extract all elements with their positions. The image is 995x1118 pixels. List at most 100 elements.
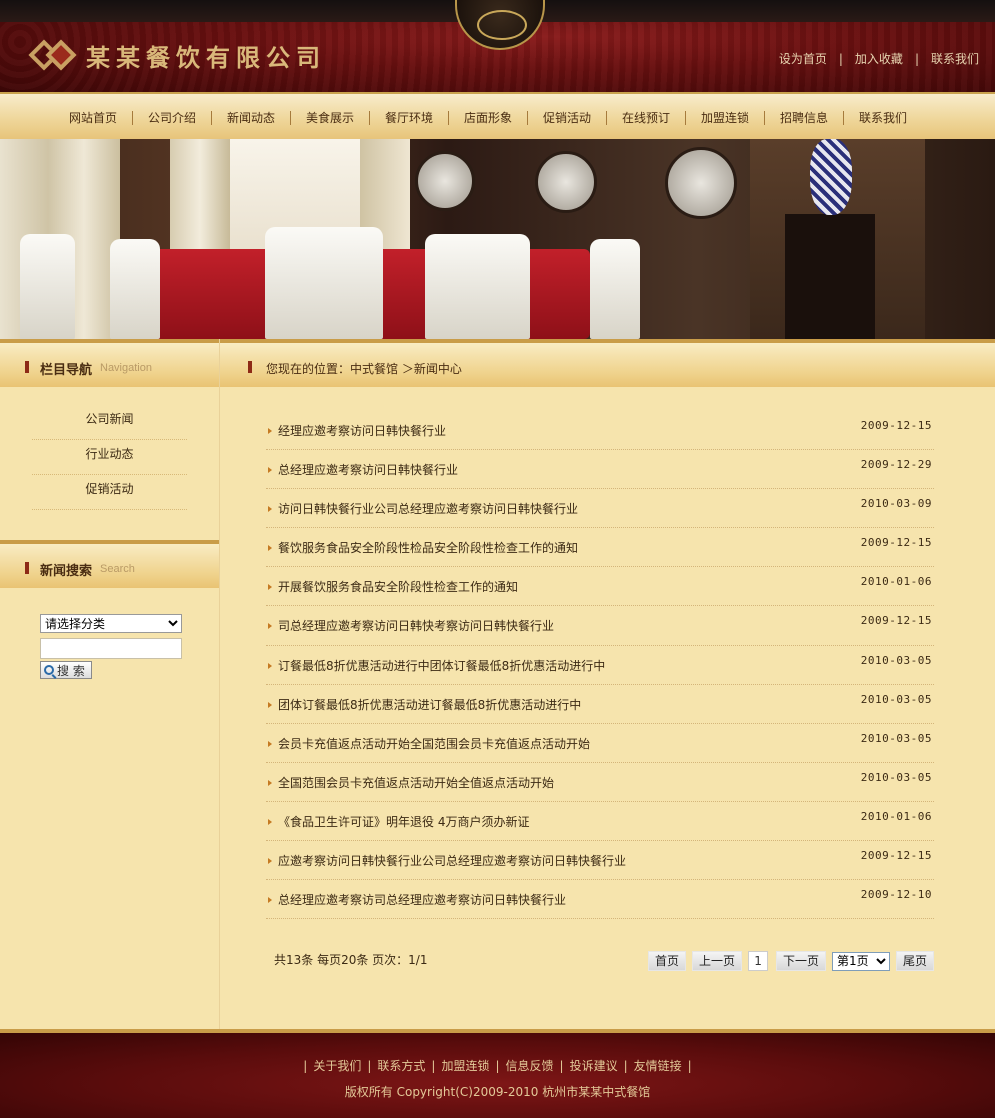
news-title-link[interactable]: 访问日韩快餐行业公司总经理应邀考察访问日韩快餐行业 xyxy=(278,500,578,517)
sidebar-item-company-news[interactable]: 公司新闻 xyxy=(85,412,133,426)
bullet-arrow-icon xyxy=(268,858,272,865)
left-sidebar: 栏目导航 Navigation 公司新闻 行业动态 促销活动 新闻搜索 Sear… xyxy=(0,339,220,1029)
news-item: 团体订餐最低8折优惠活动进订餐最低8折优惠活动进行中 2010-03-05 xyxy=(266,685,934,724)
footer-link-franchise[interactable]: 加盟连锁 xyxy=(441,1059,489,1073)
breadcrumb: 您现在的位置：中式餐馆 ＞新闻中心 xyxy=(266,362,462,376)
news-search-title-en: Search xyxy=(100,563,135,575)
main-content: 您现在的位置：中式餐馆 ＞新闻中心 经理应邀考察访问日韩快餐行业 2009-12-… xyxy=(220,339,995,1029)
pager-info: 共13条 每页20条 页次：1/1 xyxy=(274,953,428,967)
contact-us-top-link[interactable]: 联系我们 xyxy=(931,52,979,66)
nav-food[interactable]: 美食展示 xyxy=(299,109,361,126)
search-input[interactable] xyxy=(40,638,182,659)
prev-page-button[interactable]: 上一页 xyxy=(692,951,743,971)
bullet-arrow-icon xyxy=(268,662,272,669)
news-date: 2010-01-06 xyxy=(860,809,932,823)
news-title-link[interactable]: 应邀考察访问日韩快餐行业公司总经理应邀考察访问日韩快餐行业 xyxy=(278,852,626,869)
news-item: 总经理应邀考察访司总经理应邀考察访问日韩快餐行业 2009-12-10 xyxy=(266,880,934,920)
news-date: 2009-12-29 xyxy=(860,458,932,472)
diamond-logo-icon xyxy=(28,38,77,73)
news-date: 2010-03-05 xyxy=(860,770,932,784)
sidebar-item-industry-news[interactable]: 行业动态 xyxy=(85,447,133,461)
news-date: 2010-03-05 xyxy=(860,653,932,667)
news-date: 2010-03-05 xyxy=(860,731,932,745)
news-date: 2009-12-15 xyxy=(860,419,932,432)
nav-environment[interactable]: 餐厅环境 xyxy=(378,109,440,126)
search-icon xyxy=(44,665,54,675)
nav-news[interactable]: 新闻动态 xyxy=(220,109,282,126)
footer-link-about[interactable]: 关于我们 xyxy=(313,1059,361,1073)
news-title-link[interactable]: 《食品卫生许可证》明年退役 4万商户须办新证 xyxy=(278,813,529,830)
pagination: 首页 上一页 1 下一页 第1页 尾页 xyxy=(648,951,940,971)
page-select[interactable]: 第1页 xyxy=(832,951,891,971)
news-date: 2009-12-10 xyxy=(860,888,932,902)
nav-contact[interactable]: 联系我们 xyxy=(852,109,914,126)
nav-promotions[interactable]: 促销活动 xyxy=(536,109,598,126)
news-title-link[interactable]: 订餐最低8折优惠活动进行中团体订餐最低8折优惠活动进行中 xyxy=(278,657,605,674)
next-page-button[interactable]: 下一页 xyxy=(776,951,827,971)
nav-home[interactable]: 网站首页 xyxy=(62,109,124,126)
add-favorite-link[interactable]: 加入收藏 xyxy=(855,52,903,66)
news-date: 2009-12-15 xyxy=(860,536,932,550)
news-title-link[interactable]: 餐饮服务食品安全阶段性检品安全阶段性检查工作的通知 xyxy=(278,539,578,556)
news-item: 订餐最低8折优惠活动进行中团体订餐最低8折优惠活动进行中 2010-03-05 xyxy=(266,646,934,685)
bullet-arrow-icon xyxy=(268,701,272,708)
news-title-link[interactable]: 全国范围会员卡充值返点活动开始全值返点活动开始 xyxy=(278,774,554,791)
nav-franchise[interactable]: 加盟连锁 xyxy=(694,109,756,126)
news-date: 2010-03-05 xyxy=(860,692,932,706)
news-item: 总经理应邀考察访问日韩快餐行业 2009-12-29 xyxy=(266,450,934,490)
header: 某某餐饮有限公司 设为首页 | 加入收藏 | 联系我们 xyxy=(0,0,995,92)
footer-link-contact[interactable]: 联系方式 xyxy=(377,1059,425,1073)
bullet-arrow-icon xyxy=(268,740,272,747)
category-list: 公司新闻 行业动态 促销活动 xyxy=(0,387,219,510)
list-item: 促销活动 xyxy=(32,475,187,510)
bullet-arrow-icon xyxy=(268,467,272,474)
footer-link-feedback[interactable]: 信息反馈 xyxy=(506,1059,554,1073)
footer: | 关于我们 | 联系方式 | 加盟连锁 | 信息反馈 | 投诉建议 | 友情链接 | 版权所有 Cop… xyxy=(0,1029,995,1118)
bullet-arrow-icon xyxy=(268,779,272,786)
bullet-arrow-icon xyxy=(268,897,272,904)
news-item: 司总经理应邀考察访问日韩快考察访问日韩快餐行业 2009-12-15 xyxy=(266,606,934,646)
news-date: 2009-12-15 xyxy=(860,849,932,863)
restaurant-banner-image xyxy=(0,139,995,339)
footer-link-complaints[interactable]: 投诉建议 xyxy=(570,1059,618,1073)
news-search-header: 新闻搜索 Search xyxy=(0,540,219,588)
footer-link-friends[interactable]: 友情链接 xyxy=(634,1059,682,1073)
last-page-button[interactable]: 尾页 xyxy=(896,951,935,971)
news-title-link[interactable]: 会员卡充值返点活动开始全国范围会员卡充值返点活动开始 xyxy=(278,735,590,752)
news-title-link[interactable]: 司总经理应邀考察访问日韩快考察访问日韩快餐行业 xyxy=(278,617,554,634)
column-nav-title-en: Navigation xyxy=(100,362,152,374)
news-item: 会员卡充值返点活动开始全国范围会员卡充值返点活动开始 2010-03-05 xyxy=(266,724,934,763)
sidebar-item-promotions[interactable]: 促销活动 xyxy=(85,482,133,496)
news-title-link[interactable]: 开展餐饮服务食品安全阶段性检查工作的通知 xyxy=(278,578,518,595)
bullet-arrow-icon xyxy=(268,623,272,630)
bullet-arrow-icon xyxy=(268,584,272,591)
news-item: 餐饮服务食品安全阶段性检品安全阶段性检查工作的通知 2009-12-15 xyxy=(266,528,934,568)
site-logo[interactable]: 某某餐饮有限公司 xyxy=(28,38,326,73)
news-item: 访问日韩快餐行业公司总经理应邀考察访问日韩快餐行业 2010-03-09 xyxy=(266,489,934,529)
news-title-link[interactable]: 总经理应邀考察访问日韩快餐行业 xyxy=(278,461,458,478)
column-nav-header: 栏目导航 Navigation xyxy=(0,339,219,387)
category-select[interactable]: 请选择分类 xyxy=(40,614,182,633)
news-title-link[interactable]: 团体订餐最低8折优惠活动进订餐最低8折优惠活动进行中 xyxy=(278,696,581,713)
site-title: 某某餐饮有限公司 xyxy=(86,43,326,72)
column-nav-title: 栏目导航 xyxy=(40,363,93,378)
news-title-link[interactable]: 总经理应邀考察访司总经理应邀考察访问日韩快餐行业 xyxy=(278,891,566,908)
nav-booking[interactable]: 在线预订 xyxy=(615,109,677,126)
news-date: 2010-01-06 xyxy=(860,575,932,589)
news-item: 应邀考察访问日韩快餐行业公司总经理应邀考察访问日韩快餐行业 2009-12-15 xyxy=(266,841,934,881)
first-page-button[interactable]: 首页 xyxy=(648,951,687,971)
news-item: 全国范围会员卡充值返点活动开始全值返点活动开始 2010-03-05 xyxy=(266,763,934,802)
news-date: 2009-12-15 xyxy=(860,614,932,628)
nav-about[interactable]: 公司介绍 xyxy=(141,109,203,126)
nav-store-image[interactable]: 店面形象 xyxy=(457,109,519,126)
news-date: 2010-03-09 xyxy=(860,497,932,511)
current-page-number[interactable]: 1 xyxy=(748,951,769,971)
nav-jobs[interactable]: 招聘信息 xyxy=(773,109,835,126)
bullet-arrow-icon xyxy=(268,818,272,825)
search-button[interactable]: 搜 索 xyxy=(40,661,92,679)
main-nav: 网站首页 公司介绍 新闻动态 美食展示 餐厅环境 店面形象 促销活动 在线预订 … xyxy=(0,92,995,139)
set-homepage-link[interactable]: 设为首页 xyxy=(779,52,827,66)
news-title-link[interactable]: 经理应邀考察访问日韩快餐行业 xyxy=(278,422,446,439)
footer-links: | 关于我们 | 联系方式 | 加盟连锁 | 信息反馈 | 投诉建议 | 友情链接 | xyxy=(303,1059,692,1073)
news-item: 经理应邀考察访问日韩快餐行业 2009-12-15 xyxy=(266,411,934,451)
